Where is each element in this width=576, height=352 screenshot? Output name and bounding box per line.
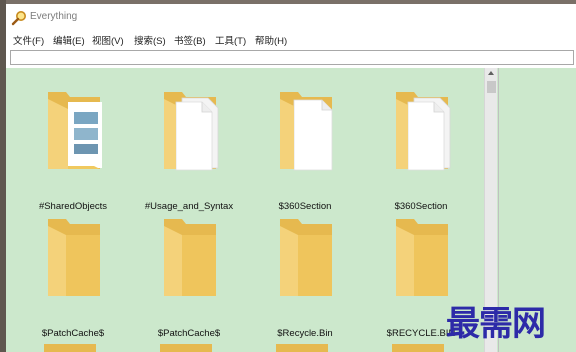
menu-help[interactable]: 帮助(H): [255, 33, 287, 47]
list-item[interactable]: [276, 344, 328, 352]
list-item[interactable]: [392, 344, 444, 352]
folder-icon: [396, 219, 448, 296]
item-name: $360Section: [278, 201, 332, 212]
list-item[interactable]: #SharedObjects: [18, 88, 128, 212]
watermark: 最需网: [446, 304, 546, 344]
list-item[interactable]: #Usage_and_Syntax: [134, 88, 244, 212]
scroll-up-arrow-icon[interactable]: [488, 71, 494, 75]
list-item[interactable]: [160, 344, 212, 352]
search-input[interactable]: [10, 50, 574, 65]
menu-edit[interactable]: 编辑(E): [53, 33, 85, 47]
item-name: #Usage_and_Syntax: [144, 201, 234, 212]
folder-with-documents-icon: [164, 92, 219, 171]
list-item[interactable]: $360Section: [366, 88, 476, 212]
item-name: #SharedObjects: [38, 201, 108, 212]
folder-with-document-icon: [280, 92, 333, 171]
item-name: $PatchCache$: [157, 328, 221, 339]
menu-search[interactable]: 搜索(S): [134, 33, 166, 47]
menu-bar: 文件(F) 编辑(E) 视图(V) 搜索(S) 书签(B) 工具(T) 帮助(H…: [6, 30, 576, 48]
folder-with-documents-icon: [396, 92, 451, 171]
item-name: $Recycle.Bin: [277, 328, 333, 339]
list-item[interactable]: $PatchCache$: [134, 215, 244, 339]
item-name: $360Section: [394, 201, 448, 212]
menu-view[interactable]: 视图(V): [92, 33, 124, 47]
search-bar: [6, 48, 576, 68]
folder-icon: [280, 219, 332, 296]
menu-bookmarks[interactable]: 书签(B): [174, 33, 206, 47]
folder-icon: [48, 219, 100, 296]
folder-with-images-icon: [48, 92, 102, 169]
list-item[interactable]: [44, 344, 96, 352]
magnifier-icon: [11, 11, 26, 26]
list-item[interactable]: $Recycle.Bin: [250, 215, 360, 339]
folder-icon: [164, 219, 216, 296]
title-bar[interactable]: Everything: [6, 4, 576, 30]
menu-file[interactable]: 文件(F): [13, 33, 44, 47]
list-item[interactable]: $PatchCache$: [18, 215, 128, 339]
window-title: Everything: [30, 11, 78, 22]
scroll-thumb[interactable]: [487, 81, 496, 93]
menu-tools[interactable]: 工具(T): [215, 33, 246, 47]
item-name: $PatchCache$: [41, 328, 105, 339]
list-item[interactable]: $360Section: [250, 88, 360, 212]
